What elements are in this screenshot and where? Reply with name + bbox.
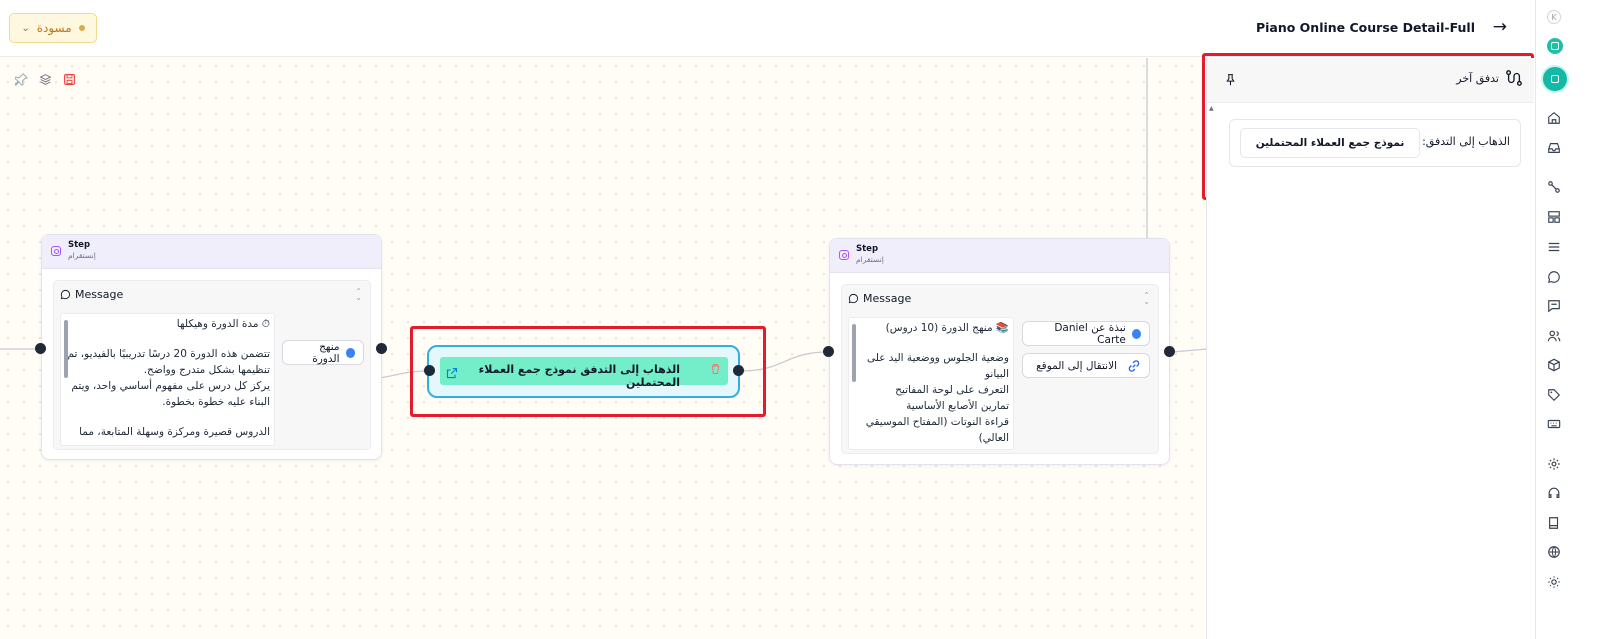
pin-icon[interactable] [14,72,28,86]
connector-dot-icon [345,347,355,358]
message-line: وضعية الجلوس ووضعية اليد على البيانو [866,352,1009,380]
about-daniel-button[interactable]: نبذة عن Daniel Carte [1022,321,1150,346]
book-icon[interactable] [1545,514,1563,532]
avatar[interactable]: K [1547,10,1561,24]
home-icon[interactable] [1545,109,1563,127]
goto-flow-bar: الذهاب إلى التدفق نموذج جمع العملاء المح… [440,357,728,389]
flow-canvas[interactable]: Step إنستقرام Message ⌃ ⌄ ⏱ مدة الدورة وه… [0,58,1207,639]
chevron-down-icon: ⌄ [21,22,30,34]
message-line: الدروس قصيرة ومركزة وسهلة المتابعة، مما [79,426,270,438]
input-handle[interactable] [35,343,46,354]
message-line: ⏱ مدة الدورة وهيكلها [176,318,270,330]
panel-title: تدفق آخر [1456,72,1499,85]
scrollbar[interactable] [852,324,856,382]
collapse-toggle-icon[interactable]: ⌃ ⌄ [355,288,362,302]
step-card-right[interactable]: Step إنستقرام Message ⌃ ⌄ 📚 منهج الدورة (… [829,238,1170,465]
chat-bubble-icon [60,289,71,300]
back-arrow-icon[interactable]: → [1493,17,1507,37]
trash-icon[interactable] [710,363,721,378]
message-line: قراءة النوتات (المفتاح الموسيقي العالي) [865,416,1009,444]
message-line: 📚 منهج الدورة (10 دروس) [885,322,1009,334]
message-block: Message ⌃ ⌄ 📚 منهج الدورة (10 دروس) وضعية… [841,284,1159,454]
inbox-icon[interactable] [1545,139,1563,157]
message-line [65,332,270,346]
goto-flow-label: الذهاب إلى التدفق نموذج جمع العملاء المح… [478,363,680,389]
connector-dot-icon [1131,328,1141,339]
step-label: Step [856,244,879,254]
chat-icon[interactable] [1545,268,1563,286]
flow-select[interactable]: نموذج جمع العملاء المحتملين [1240,128,1420,158]
comments-icon[interactable] [1545,297,1563,315]
canvas-toolbar [14,72,76,86]
active-app-icon[interactable] [1543,67,1567,91]
properties-panel: تدفق آخر ▲ الذهاب إلى التدفق: نموذج جمع … [1206,58,1534,639]
message-line: التعرف على لوحة المفاتيح [895,384,1009,396]
link-icon [1128,359,1140,372]
tag-icon[interactable] [1545,386,1563,404]
flows-icon[interactable] [1545,178,1563,196]
headset-icon[interactable] [1545,484,1563,502]
pin-icon[interactable] [1224,71,1237,90]
message-title: Message [848,292,911,305]
sun-icon[interactable] [1545,573,1563,591]
goto-flow-field: الذهاب إلى التدفق: نموذج جمع العملاء الم… [1229,119,1521,167]
go-to-site-button[interactable]: الانتقال إلى الموقع [1022,353,1150,378]
message-line [853,336,1009,350]
page-title: Piano Online Course Detail-Full [1255,20,1475,35]
message-line: تمارين الأصابع الأساسية [906,400,1009,412]
scrollbar[interactable] [64,320,68,378]
message-title: Message [60,288,123,301]
step-label: Step [68,240,91,250]
contacts-icon[interactable] [1545,327,1563,345]
chat-bubble-icon [848,293,859,304]
flow-route-icon [1505,69,1523,91]
course-syllabus-button[interactable]: منهج الدورة [282,340,364,365]
list-icon[interactable] [1545,238,1563,256]
app-icon[interactable] [1547,38,1563,54]
message-line [65,410,270,424]
input-handle[interactable] [424,365,435,376]
step-header: Step إنستقرام [42,235,381,269]
status-dot-icon [78,25,85,31]
status-label: مسودة [36,21,72,35]
message-line: تتضمن هذه الدورة 20 درسًا تدريبيًا بالفي… [67,348,270,376]
save-icon[interactable] [62,72,76,86]
output-handle[interactable] [1164,346,1175,357]
goto-flow-node[interactable]: الذهاب إلى التدفق نموذج جمع العملاء المح… [427,345,740,398]
globe-icon[interactable] [1545,543,1563,561]
goto-flow-label: الذهاب إلى التدفق: [1422,135,1510,148]
layers-icon[interactable] [38,72,52,86]
collapse-toggle-icon[interactable]: ⌃ ⌄ [1143,292,1150,306]
step-channel: إنستقرام [856,255,884,264]
nav-rail: K [1535,0,1572,639]
message-block: Message ⌃ ⌄ ⏱ مدة الدورة وهيكلها تتضمن هذ… [53,280,371,450]
settings-icon[interactable] [1545,455,1563,473]
step-header: Step إنستقرام [830,239,1169,273]
message-text[interactable]: 📚 منهج الدورة (10 دروس) وضعية الجلوس ووض… [848,317,1014,450]
instagram-icon [839,250,849,260]
output-handle[interactable] [733,365,744,376]
step-card-left[interactable]: Step إنستقرام Message ⌃ ⌄ ⏱ مدة الدورة وه… [41,234,382,460]
instagram-icon [51,246,61,256]
collapse-arrow-icon[interactable]: ▲ [1209,105,1214,112]
output-handle[interactable] [376,343,387,354]
step-channel: إنستقرام [68,251,96,260]
status-dropdown[interactable]: ⌄ مسودة [9,13,97,43]
input-handle[interactable] [823,346,834,357]
layout-icon[interactable] [1545,208,1563,226]
message-text[interactable]: ⏱ مدة الدورة وهيكلها تتضمن هذه الدورة 20… [60,313,275,446]
package-icon[interactable] [1545,356,1563,374]
top-bar: ⌄ مسودة Piano Online Course Detail-Full … [0,0,1565,57]
message-line: يركز كل درس على مفهوم أساسي واحد، ويتم ا… [71,380,270,408]
keyboard-icon[interactable] [1545,415,1563,433]
panel-header: تدفق آخر [1207,58,1534,103]
